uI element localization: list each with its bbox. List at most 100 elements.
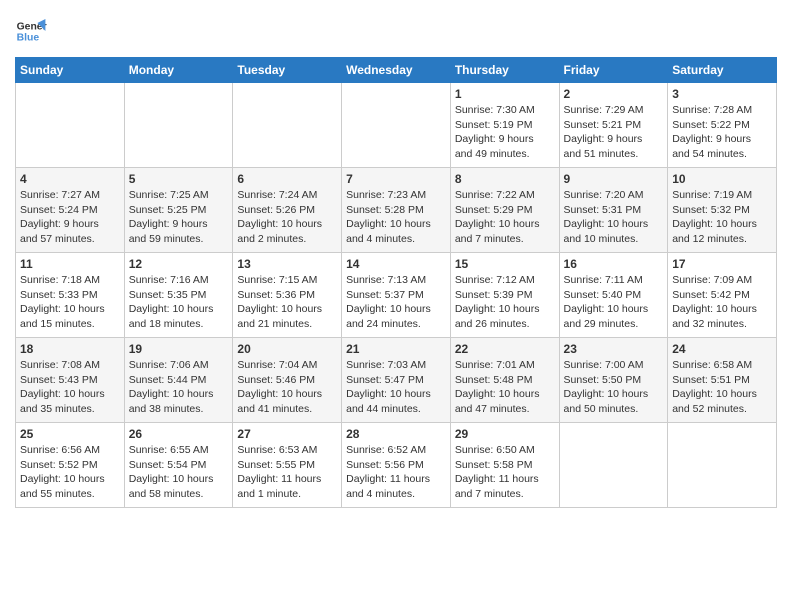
day-number: 28 [346, 427, 446, 441]
day-number: 15 [455, 257, 555, 271]
day-number: 16 [564, 257, 664, 271]
day-number: 10 [672, 172, 772, 186]
calendar-cell: 29 Sunrise: 6:50 AMSunset: 5:58 PMDayligh… [450, 423, 559, 508]
day-info: Sunrise: 6:56 AMSunset: 5:52 PMDaylight:… [20, 443, 120, 502]
day-info: Sunrise: 6:58 AMSunset: 5:51 PMDaylight:… [672, 358, 772, 417]
day-info: Sunrise: 7:08 AMSunset: 5:43 PMDaylight:… [20, 358, 120, 417]
day-info: Sunrise: 7:00 AMSunset: 5:50 PMDaylight:… [564, 358, 664, 417]
day-info: Sunrise: 7:24 AMSunset: 5:26 PMDaylight:… [237, 188, 337, 247]
weekday-header-tuesday: Tuesday [233, 58, 342, 83]
calendar-cell: 6 Sunrise: 7:24 AMSunset: 5:26 PMDaylight… [233, 168, 342, 253]
day-info: Sunrise: 7:30 AMSunset: 5:19 PMDaylight:… [455, 103, 555, 162]
day-number: 21 [346, 342, 446, 356]
day-info: Sunrise: 7:19 AMSunset: 5:32 PMDaylight:… [672, 188, 772, 247]
svg-text:Blue: Blue [17, 33, 40, 44]
day-number: 25 [20, 427, 120, 441]
day-number: 8 [455, 172, 555, 186]
weekday-header-sunday: Sunday [16, 58, 125, 83]
day-info: Sunrise: 7:13 AMSunset: 5:37 PMDaylight:… [346, 273, 446, 332]
day-info: Sunrise: 7:11 AMSunset: 5:40 PMDaylight:… [564, 273, 664, 332]
calendar-cell [342, 83, 451, 168]
day-info: Sunrise: 6:53 AMSunset: 5:55 PMDaylight:… [237, 443, 337, 502]
day-number: 2 [564, 87, 664, 101]
day-info: Sunrise: 7:22 AMSunset: 5:29 PMDaylight:… [455, 188, 555, 247]
calendar-cell [233, 83, 342, 168]
day-info: Sunrise: 7:28 AMSunset: 5:22 PMDaylight:… [672, 103, 772, 162]
day-number: 29 [455, 427, 555, 441]
day-number: 6 [237, 172, 337, 186]
calendar-cell: 2 Sunrise: 7:29 AMSunset: 5:21 PMDaylight… [559, 83, 668, 168]
day-info: Sunrise: 7:16 AMSunset: 5:35 PMDaylight:… [129, 273, 229, 332]
calendar-cell: 25 Sunrise: 6:56 AMSunset: 5:52 PMDayligh… [16, 423, 125, 508]
calendar-cell: 12 Sunrise: 7:16 AMSunset: 5:35 PMDayligh… [124, 253, 233, 338]
day-number: 23 [564, 342, 664, 356]
logo: General Blue [15, 15, 51, 47]
calendar-cell: 21 Sunrise: 7:03 AMSunset: 5:47 PMDayligh… [342, 338, 451, 423]
day-number: 27 [237, 427, 337, 441]
day-info: Sunrise: 6:50 AMSunset: 5:58 PMDaylight:… [455, 443, 555, 502]
day-number: 1 [455, 87, 555, 101]
day-info: Sunrise: 7:29 AMSunset: 5:21 PMDaylight:… [564, 103, 664, 162]
calendar-cell: 11Sunrise: 7:18 AMSunset: 5:33 PMDayligh… [16, 253, 125, 338]
day-info: Sunrise: 7:15 AMSunset: 5:36 PMDaylight:… [237, 273, 337, 332]
calendar-cell: 22Sunrise: 7:01 AMSunset: 5:48 PMDayligh… [450, 338, 559, 423]
calendar-cell: 3 Sunrise: 7:28 AMSunset: 5:22 PMDaylight… [668, 83, 777, 168]
weekday-header-wednesday: Wednesday [342, 58, 451, 83]
day-info: Sunrise: 7:03 AMSunset: 5:47 PMDaylight:… [346, 358, 446, 417]
day-number: 3 [672, 87, 772, 101]
calendar-cell: 16 Sunrise: 7:11 AMSunset: 5:40 PMDayligh… [559, 253, 668, 338]
calendar-cell [16, 83, 125, 168]
day-info: Sunrise: 7:20 AMSunset: 5:31 PMDaylight:… [564, 188, 664, 247]
calendar-cell: 18 Sunrise: 7:08 AMSunset: 5:43 PMDayligh… [16, 338, 125, 423]
day-info: Sunrise: 7:23 AMSunset: 5:28 PMDaylight:… [346, 188, 446, 247]
calendar-cell: 20 Sunrise: 7:04 AMSunset: 5:46 PMDayligh… [233, 338, 342, 423]
day-number: 26 [129, 427, 229, 441]
day-info: Sunrise: 6:52 AMSunset: 5:56 PMDaylight:… [346, 443, 446, 502]
weekday-header-friday: Friday [559, 58, 668, 83]
day-number: 12 [129, 257, 229, 271]
day-info: Sunrise: 6:55 AMSunset: 5:54 PMDaylight:… [129, 443, 229, 502]
calendar-cell: 7 Sunrise: 7:23 AMSunset: 5:28 PMDaylight… [342, 168, 451, 253]
day-number: 19 [129, 342, 229, 356]
weekday-header-thursday: Thursday [450, 58, 559, 83]
day-number: 22 [455, 342, 555, 356]
calendar-cell: 14 Sunrise: 7:13 AMSunset: 5:37 PMDayligh… [342, 253, 451, 338]
day-number: 24 [672, 342, 772, 356]
calendar-cell [124, 83, 233, 168]
calendar-cell: 15 Sunrise: 7:12 AMSunset: 5:39 PMDayligh… [450, 253, 559, 338]
calendar-cell: 1 Sunrise: 7:30 AMSunset: 5:19 PMDaylight… [450, 83, 559, 168]
calendar-week-3: 11Sunrise: 7:18 AMSunset: 5:33 PMDayligh… [16, 253, 777, 338]
calendar-cell: 17Sunrise: 7:09 AMSunset: 5:42 PMDayligh… [668, 253, 777, 338]
calendar-cell: 13Sunrise: 7:15 AMSunset: 5:36 PMDayligh… [233, 253, 342, 338]
weekday-header-row: SundayMondayTuesdayWednesdayThursdayFrid… [16, 58, 777, 83]
logo-icon: General Blue [15, 15, 47, 47]
calendar-cell: 26 Sunrise: 6:55 AMSunset: 5:54 PMDayligh… [124, 423, 233, 508]
calendar-cell: 4Sunrise: 7:27 AMSunset: 5:24 PMDaylight… [16, 168, 125, 253]
day-number: 18 [20, 342, 120, 356]
day-info: Sunrise: 7:12 AMSunset: 5:39 PMDaylight:… [455, 273, 555, 332]
calendar-week-2: 4Sunrise: 7:27 AMSunset: 5:24 PMDaylight… [16, 168, 777, 253]
calendar-table: SundayMondayTuesdayWednesdayThursdayFrid… [15, 57, 777, 508]
calendar-cell [668, 423, 777, 508]
day-info: Sunrise: 7:18 AMSunset: 5:33 PMDaylight:… [20, 273, 120, 332]
day-number: 20 [237, 342, 337, 356]
calendar-cell: 8 Sunrise: 7:22 AMSunset: 5:29 PMDaylight… [450, 168, 559, 253]
calendar-cell: 28 Sunrise: 6:52 AMSunset: 5:56 PMDayligh… [342, 423, 451, 508]
calendar-cell [559, 423, 668, 508]
calendar-cell: 5Sunrise: 7:25 AMSunset: 5:25 PMDaylight… [124, 168, 233, 253]
calendar-cell: 27 Sunrise: 6:53 AMSunset: 5:55 PMDayligh… [233, 423, 342, 508]
day-info: Sunrise: 7:09 AMSunset: 5:42 PMDaylight:… [672, 273, 772, 332]
day-info: Sunrise: 7:04 AMSunset: 5:46 PMDaylight:… [237, 358, 337, 417]
page-header: General Blue [15, 15, 777, 47]
calendar-cell: 23 Sunrise: 7:00 AMSunset: 5:50 PMDayligh… [559, 338, 668, 423]
weekday-header-saturday: Saturday [668, 58, 777, 83]
weekday-header-monday: Monday [124, 58, 233, 83]
calendar-cell: 10 Sunrise: 7:19 AMSunset: 5:32 PMDayligh… [668, 168, 777, 253]
calendar-week-5: 25 Sunrise: 6:56 AMSunset: 5:52 PMDayligh… [16, 423, 777, 508]
day-number: 4 [20, 172, 120, 186]
calendar-cell: 24 Sunrise: 6:58 AMSunset: 5:51 PMDayligh… [668, 338, 777, 423]
day-number: 14 [346, 257, 446, 271]
day-number: 9 [564, 172, 664, 186]
day-number: 5 [129, 172, 229, 186]
day-number: 7 [346, 172, 446, 186]
